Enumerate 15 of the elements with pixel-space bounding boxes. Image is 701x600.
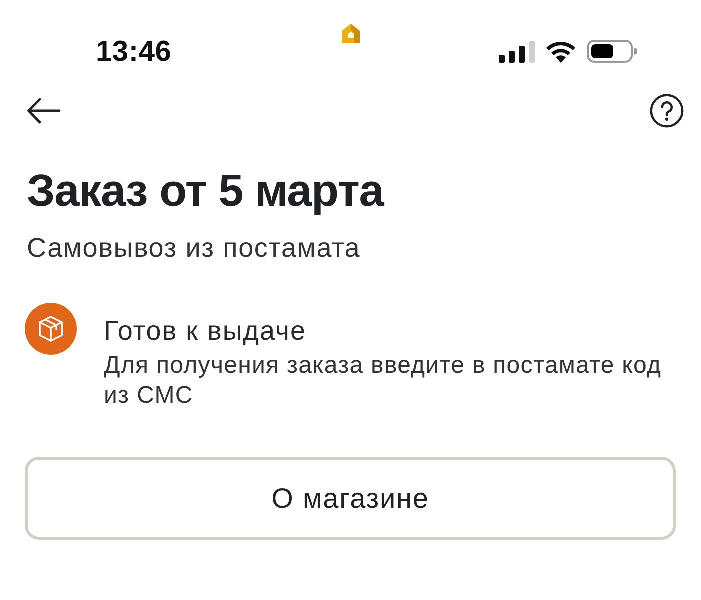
help-button[interactable]: [650, 94, 684, 128]
delivery-method: Самовывоз из постамата: [27, 232, 361, 264]
battery-icon: [587, 40, 637, 63]
package-icon: [25, 303, 77, 355]
house-icon: [341, 24, 361, 43]
signal-icon: [499, 40, 535, 62]
status-description: Для получения заказа введите в постамате код из СМС: [104, 351, 663, 411]
status-time: 13:46: [96, 35, 172, 69]
about-store-button[interactable]: О магазине: [25, 457, 676, 540]
order-title: Заказ от 5 марта: [27, 164, 384, 218]
back-button[interactable]: [27, 98, 61, 124]
help-icon: [650, 94, 684, 128]
wifi-icon: [545, 40, 577, 63]
status-title: Готов к выдаче: [104, 315, 308, 347]
back-arrow-icon: [27, 98, 61, 124]
